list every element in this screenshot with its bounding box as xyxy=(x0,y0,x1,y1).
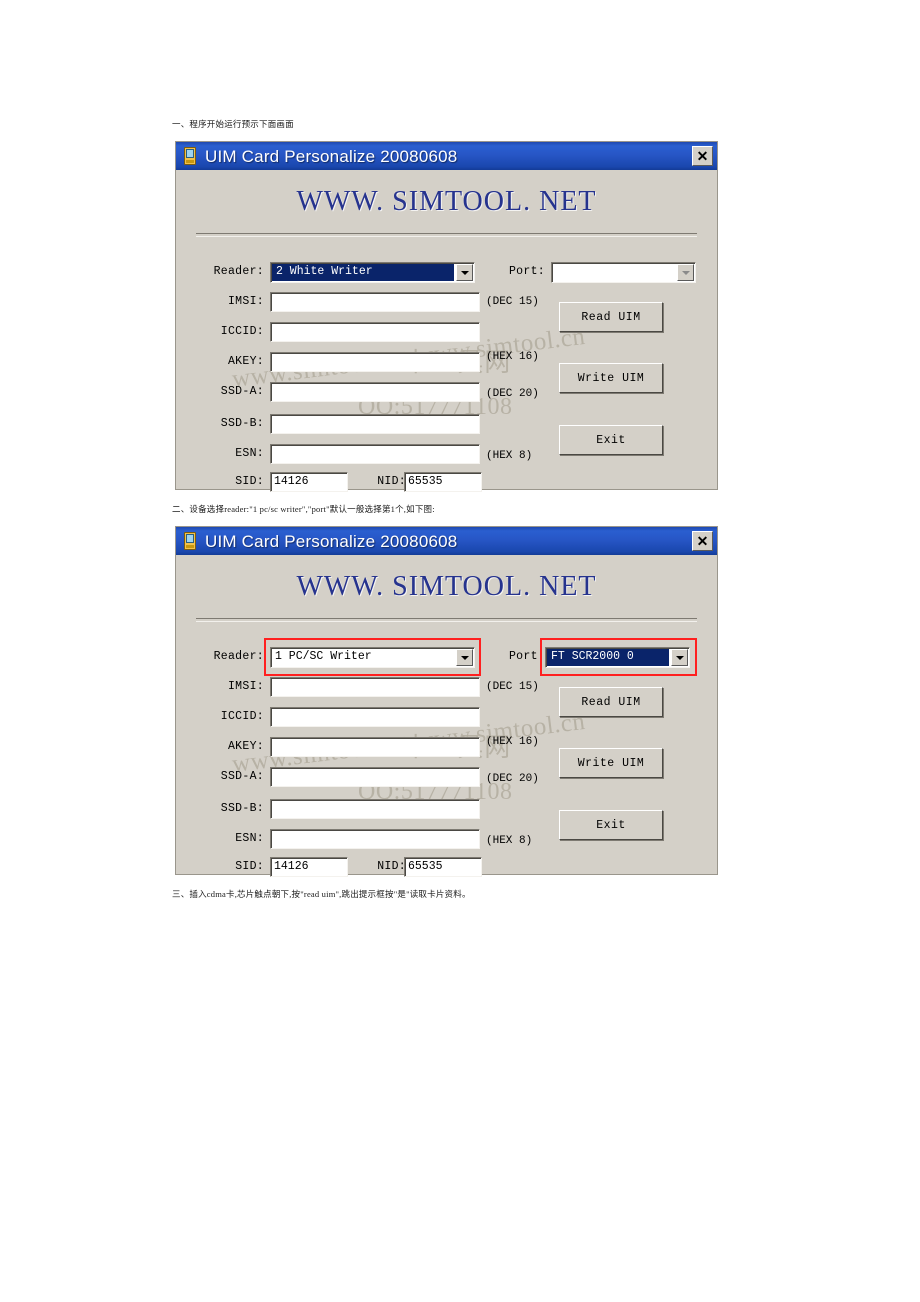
imsi-input[interactable] xyxy=(270,677,480,697)
reader-combobox[interactable]: 2 White Writer xyxy=(270,262,475,283)
esn-hint: (HEX 8) xyxy=(486,835,533,847)
imsi-input[interactable] xyxy=(270,292,480,312)
uim-dialog-initial: UIM Card Personalize 20080608 ✕ WWW. SIM… xyxy=(175,141,718,492)
esn-input[interactable] xyxy=(270,444,480,464)
window-title: UIM Card Personalize 20080608 xyxy=(205,531,458,551)
ssd-a-input[interactable] xyxy=(270,382,480,402)
brand-heading: WWW. SIMTOOL. NET xyxy=(296,186,597,217)
caption-step-two: 二、设备选择reader:"1 pc/sc writer","port"默认一般… xyxy=(172,504,435,514)
label-nid: NID: xyxy=(377,475,406,488)
write-uim-button[interactable]: Write UIM xyxy=(559,363,663,393)
uim-form: Reader: 2 White Writer Port: IMSI: (DEC … xyxy=(176,242,717,492)
chevron-down-icon[interactable] xyxy=(677,264,694,281)
ssd-a-hint: (DEC 20) xyxy=(486,773,539,785)
label-sid: SID: xyxy=(235,860,264,873)
uim-form: Reader: 1 PC/SC Writer Port: FT SCR2000 … xyxy=(176,627,717,877)
iccid-input[interactable] xyxy=(270,322,480,342)
esn-hint: (HEX 8) xyxy=(486,450,533,462)
reader-value: 2 White Writer xyxy=(272,264,454,281)
dialog-body: WWW. SIMTOOL. NET SIM卡工具网 www.simtool.ne… xyxy=(176,555,717,877)
port-combobox[interactable] xyxy=(551,262,696,283)
esn-input[interactable] xyxy=(270,829,480,849)
akey-hint: (HEX 16) xyxy=(486,351,539,363)
read-uim-button[interactable]: Read UIM xyxy=(559,687,663,717)
label-sid: SID: xyxy=(235,475,264,488)
label-akey: AKEY: xyxy=(227,355,264,368)
label-ssd-a: SSD-A: xyxy=(220,770,264,783)
label-akey: AKEY: xyxy=(227,740,264,753)
label-port: Port: xyxy=(508,265,545,278)
sid-input[interactable]: 14126 xyxy=(270,857,348,877)
label-ssd-a: SSD-A: xyxy=(220,385,264,398)
divider xyxy=(196,618,697,622)
imsi-hint: (DEC 15) xyxy=(486,681,539,693)
ssd-b-input[interactable] xyxy=(270,414,480,434)
port-combobox[interactable]: FT SCR2000 0 xyxy=(545,647,690,668)
ssd-a-input[interactable] xyxy=(270,767,480,787)
sid-input[interactable]: 14126 xyxy=(270,472,348,492)
close-icon[interactable]: ✕ xyxy=(692,146,713,166)
iccid-input[interactable] xyxy=(270,707,480,727)
read-uim-button[interactable]: Read UIM xyxy=(559,302,663,332)
pda-device-icon xyxy=(182,147,198,165)
label-esn: ESN: xyxy=(235,832,264,845)
ssd-b-input[interactable] xyxy=(270,799,480,819)
pda-device-icon xyxy=(182,532,198,550)
label-nid: NID: xyxy=(377,860,406,873)
reader-combobox[interactable]: 1 PC/SC Writer xyxy=(270,647,475,668)
caption-step-three: 三、插入cdma卡,芯片触点朝下,按"read uim",跳出提示框按"是"读取… xyxy=(172,889,471,899)
ssd-a-hint: (DEC 20) xyxy=(486,388,539,400)
exit-button[interactable]: Exit xyxy=(559,425,663,455)
akey-input[interactable] xyxy=(270,352,480,372)
imsi-hint: (DEC 15) xyxy=(486,296,539,308)
exit-button[interactable]: Exit xyxy=(559,810,663,840)
window-title: UIM Card Personalize 20080608 xyxy=(205,146,458,166)
label-port: Port: xyxy=(508,650,545,663)
titlebar: UIM Card Personalize 20080608 ✕ xyxy=(176,527,717,555)
label-ssd-b: SSD-B: xyxy=(220,417,264,430)
divider xyxy=(196,233,697,237)
document-page: 一、程序开始运行预示下面画面 UIM Card Personalize 2008… xyxy=(0,0,920,1302)
label-imsi: IMSI: xyxy=(227,680,264,693)
label-imsi: IMSI: xyxy=(227,295,264,308)
reader-value: 1 PC/SC Writer xyxy=(275,650,372,663)
port-value: FT SCR2000 0 xyxy=(547,649,669,666)
close-icon[interactable]: ✕ xyxy=(692,531,713,551)
akey-hint: (HEX 16) xyxy=(486,736,539,748)
titlebar: UIM Card Personalize 20080608 ✕ xyxy=(176,142,717,170)
chevron-down-icon[interactable] xyxy=(671,649,688,666)
dialog-body: WWW. SIMTOOL. NET SIM卡工具网 www.simtool.ne… xyxy=(176,170,717,492)
nid-input[interactable]: 65535 xyxy=(404,472,482,492)
uim-dialog-configured: UIM Card Personalize 20080608 ✕ WWW. SIM… xyxy=(175,526,718,877)
label-reader: Reader: xyxy=(213,265,264,278)
brand-heading: WWW. SIMTOOL. NET xyxy=(296,571,597,602)
label-esn: ESN: xyxy=(235,447,264,460)
chevron-down-icon[interactable] xyxy=(456,264,473,281)
akey-input[interactable] xyxy=(270,737,480,757)
label-ssd-b: SSD-B: xyxy=(220,802,264,815)
label-reader: Reader: xyxy=(213,650,264,663)
chevron-down-icon[interactable] xyxy=(456,649,473,666)
label-iccid: ICCID: xyxy=(220,710,264,723)
caption-step-one: 一、程序开始运行预示下面画面 xyxy=(172,119,294,129)
write-uim-button[interactable]: Write UIM xyxy=(559,748,663,778)
nid-input[interactable]: 65535 xyxy=(404,857,482,877)
label-iccid: ICCID: xyxy=(220,325,264,338)
port-value xyxy=(552,263,676,282)
